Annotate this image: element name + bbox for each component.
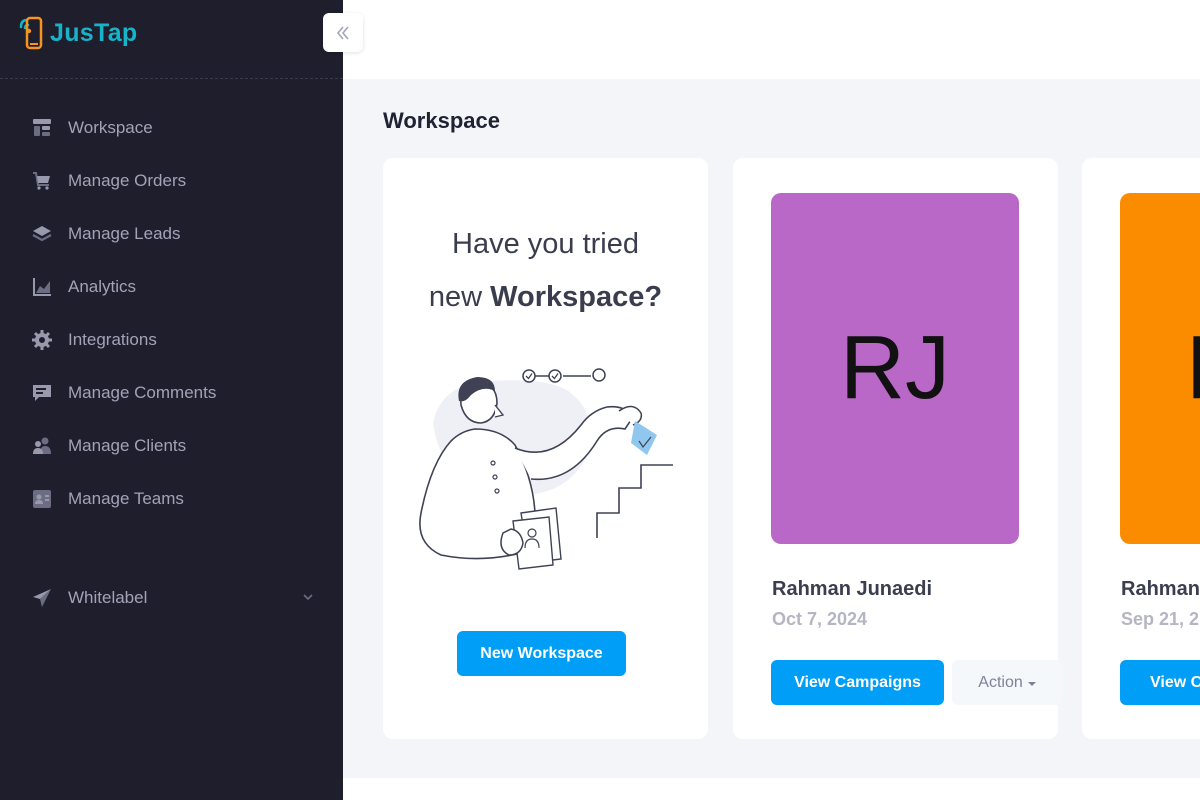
view-campaigns-button[interactable]: View Campaigns bbox=[771, 660, 944, 705]
sidebar-item-integrations[interactable]: Integrations bbox=[0, 313, 343, 366]
action-label: Action bbox=[978, 673, 1023, 691]
caret-down-icon bbox=[1027, 681, 1036, 686]
paper-plane-icon bbox=[30, 586, 54, 610]
cart-icon bbox=[30, 169, 54, 193]
sidebar-item-label: Integrations bbox=[68, 329, 157, 349]
sidebar-collapse-button[interactable] bbox=[323, 13, 363, 52]
chevron-down-icon[interactable] bbox=[301, 590, 315, 609]
layers-icon bbox=[30, 222, 54, 246]
workspace-owner-name: Rahman Junaedi bbox=[772, 578, 933, 600]
sidebar-item-workspace[interactable]: Workspace bbox=[0, 101, 343, 154]
workspace-illustration bbox=[419, 368, 673, 570]
new-workspace-promo-card: Have you tried new Workspace? New Worksp… bbox=[383, 158, 708, 739]
workspace-avatar: R bbox=[1120, 193, 1200, 544]
sidebar-item-label: Analytics bbox=[68, 276, 137, 296]
workspace-card: RJ Rahman Junaedi Oct 7, 2024 View Campa… bbox=[733, 158, 1062, 739]
sidebar-item-analytics[interactable]: Analytics bbox=[0, 260, 343, 313]
workspace-date: Oct 7, 2024 bbox=[772, 609, 868, 629]
view-campaigns-button[interactable]: View Ca bbox=[1120, 660, 1200, 705]
brand-name: JusTap bbox=[50, 18, 138, 47]
sidebar-item-label: Workspace bbox=[68, 117, 153, 137]
promo-heading-bold: Workspace? bbox=[490, 281, 663, 313]
avatar-initials: RJ bbox=[840, 318, 950, 418]
chevrons-left-icon bbox=[336, 25, 349, 40]
new-workspace-button[interactable]: New Workspace bbox=[457, 631, 626, 676]
workspace-date: Sep 21, 2 bbox=[1121, 609, 1200, 629]
id-card-icon bbox=[30, 487, 54, 511]
page-title: Workspace bbox=[383, 108, 500, 133]
sidebar-item-manage-teams[interactable]: Manage Teams bbox=[0, 472, 343, 525]
sidebar-nav: Workspace Manage Orders Manage Leads Ana… bbox=[0, 101, 343, 525]
sidebar-item-manage-leads[interactable]: Manage Leads bbox=[0, 207, 343, 260]
top-header bbox=[343, 0, 1200, 79]
avatar-initials: R bbox=[1186, 317, 1200, 420]
action-dropdown-button[interactable]: Action bbox=[952, 660, 1062, 705]
sidebar-divider bbox=[0, 78, 343, 79]
promo-heading: Have you tried new Workspace? bbox=[383, 218, 708, 324]
sidebar-item-manage-orders[interactable]: Manage Orders bbox=[0, 154, 343, 207]
sidebar-item-manage-clients[interactable]: Manage Clients bbox=[0, 419, 343, 472]
workspace-icon bbox=[30, 116, 54, 140]
footer-strip bbox=[343, 778, 1200, 800]
promo-heading-line1: Have you tried bbox=[452, 228, 639, 260]
promo-heading-line2: new Workspace? bbox=[383, 271, 708, 324]
workspace-card: R Rahman Sep 21, 2 View Ca bbox=[1082, 158, 1200, 739]
users-icon bbox=[30, 434, 54, 458]
promo-heading-prefix: new bbox=[428, 281, 491, 313]
sidebar-item-label: Manage Teams bbox=[68, 488, 184, 508]
sidebar-item-label: Whitelabel bbox=[68, 587, 148, 607]
main-content: Workspace Have you tried new Workspace? bbox=[343, 79, 1200, 778]
workspace-avatar: RJ bbox=[771, 193, 1019, 544]
sidebar-item-label: Manage Leads bbox=[68, 223, 181, 243]
sidebar: JusTap Workspace Manage Orders Manage Le… bbox=[0, 0, 343, 800]
sidebar-item-label: Manage Clients bbox=[68, 435, 187, 455]
sidebar-item-manage-comments[interactable]: Manage Comments bbox=[0, 366, 343, 419]
logo-mark-icon bbox=[19, 16, 43, 50]
workspace-owner-name: Rahman bbox=[1121, 578, 1200, 600]
brand-logo[interactable]: JusTap bbox=[18, 14, 137, 52]
gear-icon bbox=[30, 328, 54, 352]
sidebar-item-whitelabel[interactable]: Whitelabel bbox=[0, 571, 343, 624]
sidebar-item-label: Manage Comments bbox=[68, 382, 217, 402]
sidebar-item-label: Manage Orders bbox=[68, 170, 187, 190]
comment-icon bbox=[30, 381, 54, 405]
chart-icon bbox=[30, 275, 54, 299]
